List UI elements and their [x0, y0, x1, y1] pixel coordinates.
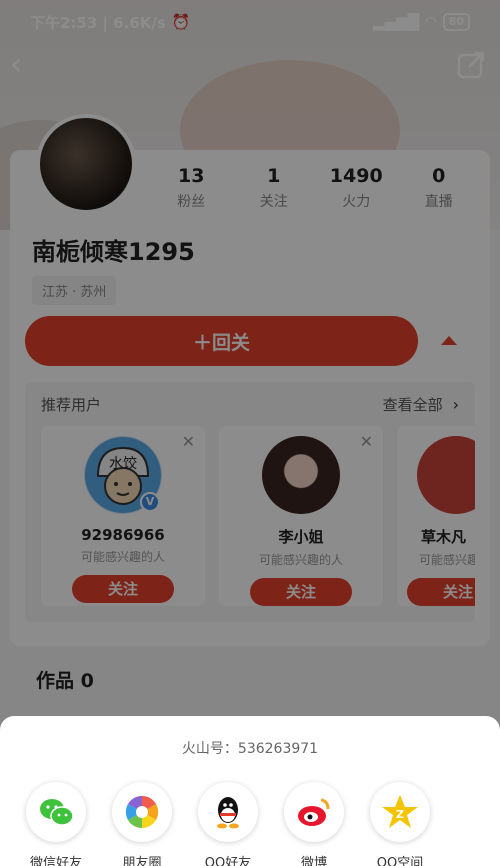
share-qq[interactable]: QQ好友: [198, 782, 258, 866]
qzone-icon: Z: [370, 782, 430, 842]
share-moments[interactable]: 朋友圈: [112, 782, 172, 866]
huoshan-id: 火山号：536263971: [181, 741, 319, 757]
share-wechat[interactable]: 微信好友: [26, 782, 86, 866]
wechat-icon: [26, 782, 86, 842]
share-sheet: 火山号：536263971 微信好友 朋友圈 QQ好友 微博 Z QQ空间: [0, 716, 500, 866]
svg-text:Z: Z: [396, 808, 404, 821]
share-targets: 微信好友 朋友圈 QQ好友 微博 Z QQ空间: [26, 782, 430, 866]
share-weibo[interactable]: 微博: [284, 782, 344, 866]
qq-icon: [198, 782, 258, 842]
weibo-icon: [284, 782, 344, 842]
moments-icon: [112, 782, 172, 842]
share-qzone[interactable]: Z QQ空间: [370, 782, 430, 866]
